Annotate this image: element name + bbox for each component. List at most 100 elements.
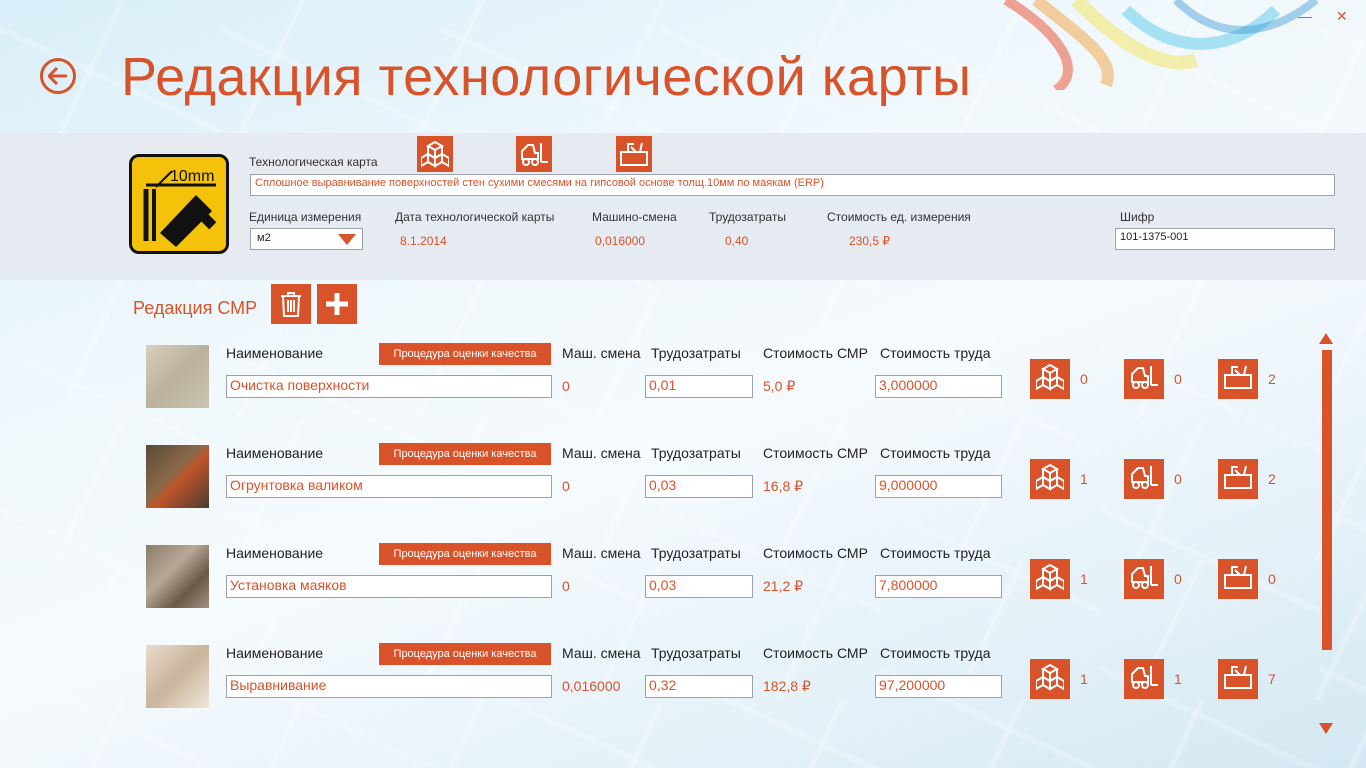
quality-procedure-button[interactable]: Процедура оценки качества — [379, 343, 551, 365]
labor-field[interactable]: 0,01 — [645, 375, 753, 398]
operation-name-field[interactable]: Огрунтовка валиком — [226, 475, 552, 498]
materials-button[interactable] — [1030, 359, 1070, 399]
back-button[interactable] — [40, 58, 76, 94]
labor-field[interactable]: 0,03 — [645, 575, 753, 598]
labor-field[interactable]: 0,03 — [645, 475, 753, 498]
machinery-button[interactable] — [516, 136, 552, 172]
cubes-icon — [1035, 663, 1065, 696]
page-title: Редакция технологической карты — [121, 47, 972, 107]
date-label: Дата технологической карты — [395, 210, 555, 224]
smr-cost-label: Стоимость СМР — [763, 345, 868, 361]
smr-cost-value: 16,8 ₽ — [763, 478, 804, 494]
smr-row: Наименование Процедура оценки качества Маш… — [0, 643, 1310, 735]
machine-shift-value: 0 — [562, 578, 570, 594]
machine-shift-value: 0 — [562, 378, 570, 394]
materials-button[interactable] — [1030, 559, 1070, 599]
machine-shift-label: Маш. смена — [562, 645, 641, 661]
tools-button[interactable] — [1218, 459, 1258, 499]
tools-button[interactable] — [1218, 559, 1258, 599]
cubes-icon — [1035, 363, 1065, 396]
tools-button[interactable] — [616, 136, 652, 172]
machine-shift-value: 0 — [562, 478, 570, 494]
operation-photo — [146, 545, 209, 608]
scrollbar[interactable] — [1322, 350, 1332, 650]
labor-cost-field[interactable]: 97,200000 — [875, 675, 1002, 698]
labor-cost-label: Стоимость труда — [880, 545, 991, 561]
smr-cost-label: Стоимость СМР — [763, 545, 868, 561]
machinery-button[interactable] — [1124, 559, 1164, 599]
tools-count: 2 — [1268, 371, 1276, 387]
materials-button[interactable] — [1030, 659, 1070, 699]
machine-shift-label: Маш. смена — [562, 545, 641, 561]
labor-label: Трудозатраты — [651, 445, 741, 461]
operation-name-field[interactable]: Очистка поверхности — [226, 375, 552, 398]
materials-count: 1 — [1080, 671, 1088, 687]
operation-name-field[interactable]: Выравнивание — [226, 675, 552, 698]
machinery-count: 1 — [1174, 671, 1182, 687]
code-field[interactable]: 101-1375-001 — [1115, 228, 1335, 250]
plaster-trowel-icon: 10mm — [143, 168, 217, 247]
labor-cost-field[interactable]: 7,800000 — [875, 575, 1002, 598]
machinery-button[interactable] — [1124, 659, 1164, 699]
tools-button[interactable] — [1218, 359, 1258, 399]
card-name-field[interactable]: Сплошное выравнивание поверхностей стен … — [250, 174, 1335, 196]
unit-label: Единица измерения — [249, 210, 362, 224]
smr-row: Наименование Процедура оценки качества Маш… — [0, 543, 1310, 635]
toolbox-icon — [1223, 364, 1253, 395]
labor-label: Трудозатраты — [651, 645, 741, 661]
smr-cost-value: 5,0 ₽ — [763, 378, 796, 394]
toolbox-icon — [1223, 464, 1253, 495]
materials-button[interactable] — [417, 136, 453, 172]
machine-shift-value: 0,016000 — [562, 678, 621, 694]
labor-cost-label: Стоимость труда — [880, 645, 991, 661]
materials-count: 0 — [1080, 371, 1088, 387]
section-title: Редакция СМР — [133, 298, 258, 318]
scroll-down-icon[interactable] — [1319, 723, 1333, 734]
labor-label: Трудозатраты — [651, 545, 741, 561]
minimize-button[interactable]: — — [1298, 8, 1312, 24]
name-label: Наименование — [226, 445, 324, 461]
materials-button[interactable] — [1030, 459, 1070, 499]
delete-button[interactable] — [271, 284, 311, 324]
machinery-count: 0 — [1174, 471, 1182, 487]
materials-count: 1 — [1080, 571, 1088, 587]
tools-button[interactable] — [1218, 659, 1258, 699]
quality-procedure-button[interactable]: Процедура оценки качества — [379, 643, 551, 665]
labor-cost-label: Стоимость труда — [880, 345, 991, 361]
dropdown-arrow-icon — [338, 234, 356, 245]
quality-procedure-button[interactable]: Процедура оценки качества — [379, 443, 551, 465]
materials-count: 1 — [1080, 471, 1088, 487]
labor-cost-field[interactable]: 3,000000 — [875, 375, 1002, 398]
unit-cost-label: Стоимость ед. измерения — [827, 210, 971, 224]
tools-count: 2 — [1268, 471, 1276, 487]
machinery-button[interactable] — [1124, 359, 1164, 399]
smr-cost-value: 182,8 ₽ — [763, 678, 811, 694]
smr-cost-label: Стоимость СМР — [763, 645, 868, 661]
forklift-icon — [1129, 664, 1159, 695]
add-button[interactable] — [317, 284, 357, 324]
logo-text: 10mm — [170, 168, 214, 185]
labor-cost-field[interactable]: 9,000000 — [875, 475, 1002, 498]
unit-select[interactable]: м2 — [250, 228, 363, 250]
forklift-icon — [1129, 564, 1159, 595]
tools-count: 7 — [1268, 671, 1276, 687]
card-logo: 10mm — [129, 154, 229, 254]
quality-procedure-button[interactable]: Процедура оценки качества — [379, 543, 551, 565]
unit-select-value: м2 — [257, 232, 271, 244]
machinery-button[interactable] — [1124, 459, 1164, 499]
machinery-count: 0 — [1174, 371, 1182, 387]
scroll-up-icon[interactable] — [1319, 333, 1333, 344]
close-button[interactable]: ✕ — [1336, 8, 1348, 25]
machine-shift-value: 0,016000 — [595, 234, 646, 248]
cubes-icon — [1035, 563, 1065, 596]
name-label: Наименование — [226, 545, 324, 561]
labor-field[interactable]: 0,32 — [645, 675, 753, 698]
smr-row: Наименование Процедура оценки качества Маш… — [0, 443, 1310, 535]
name-label: Наименование — [226, 645, 324, 661]
machine-shift-label: Маш. смена — [562, 345, 641, 361]
labor-cost-label: Стоимость труда — [880, 445, 991, 461]
arrow-left-icon — [48, 67, 67, 85]
operation-name-field[interactable]: Установка маяков — [226, 575, 552, 598]
toolbox-icon — [620, 142, 648, 166]
cubes-icon — [421, 140, 449, 168]
